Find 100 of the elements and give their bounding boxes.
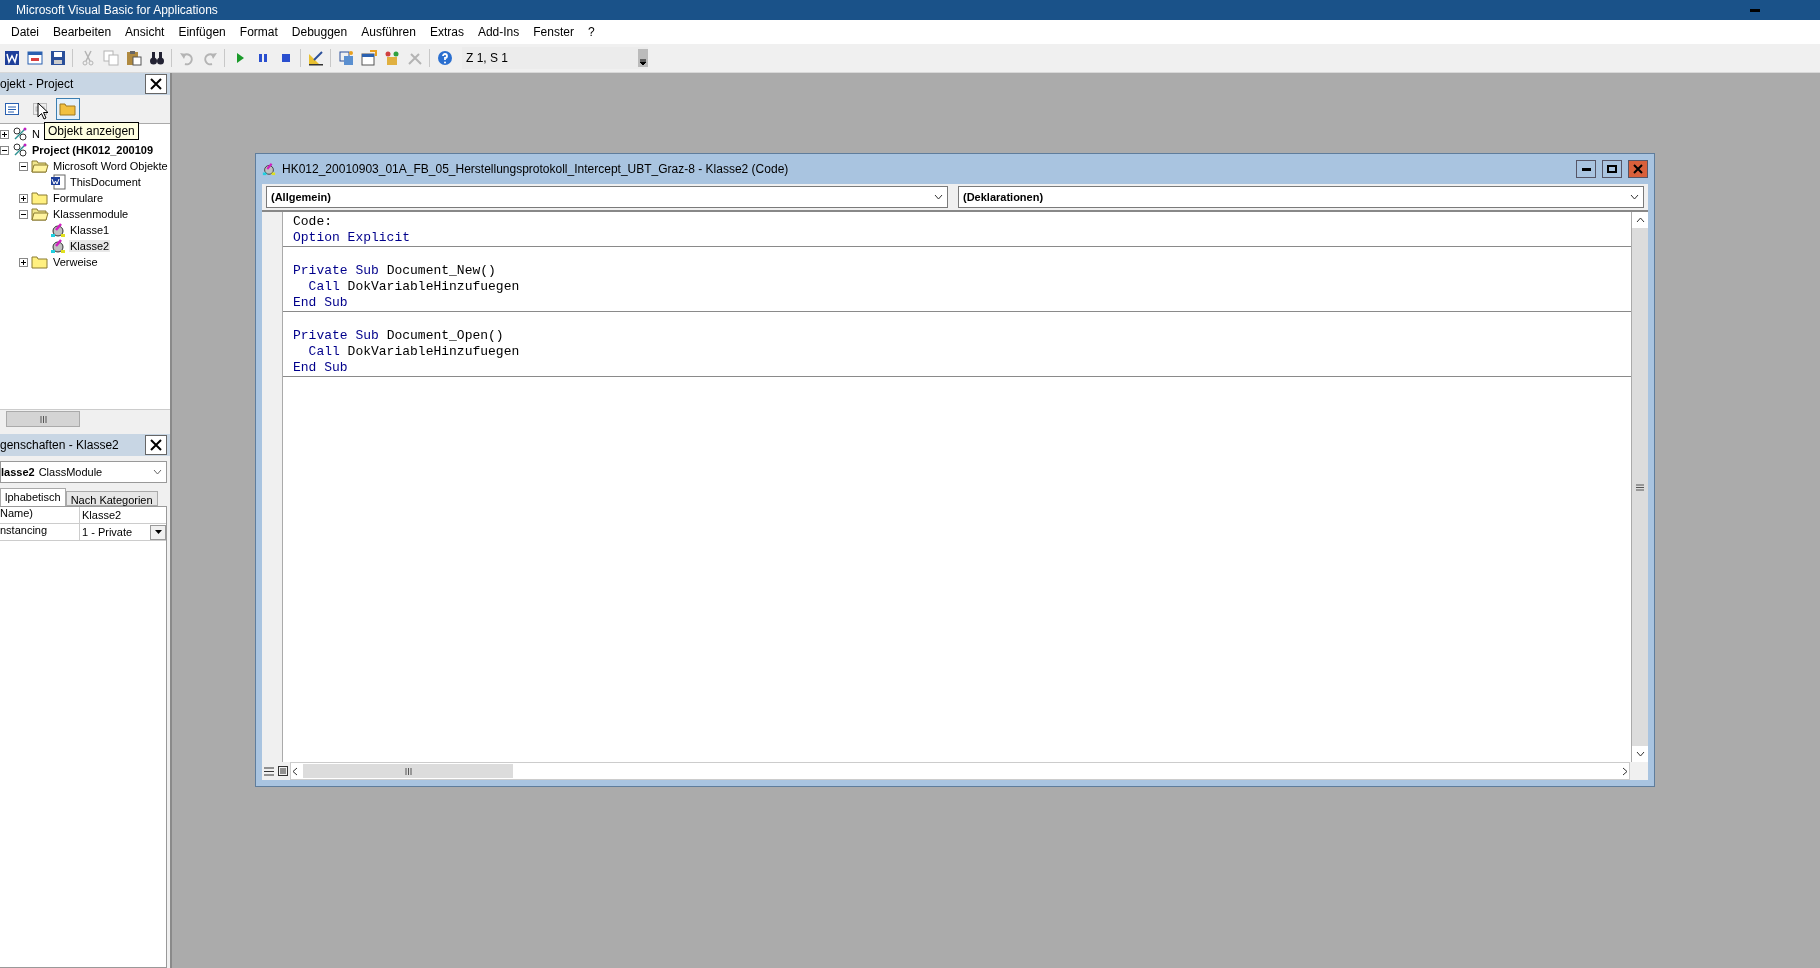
binoculars-icon xyxy=(148,50,165,66)
project-icon xyxy=(12,142,28,158)
redo-icon xyxy=(201,50,218,66)
menu-item[interactable]: Bearbeiten xyxy=(46,25,119,39)
close-icon xyxy=(150,78,162,90)
class-module-icon xyxy=(262,162,276,176)
grip-icon xyxy=(1636,483,1644,491)
mouse-pointer-icon xyxy=(37,102,49,120)
document-icon xyxy=(3,50,20,66)
class-module-icon xyxy=(50,238,66,254)
menu-item[interactable]: Add-Ins xyxy=(470,25,527,39)
property-name: Name) xyxy=(0,507,80,523)
close-icon xyxy=(1633,164,1643,174)
chevron-down-icon xyxy=(153,469,162,475)
chevron-down-icon xyxy=(934,194,943,200)
menu-item[interactable]: Ansicht xyxy=(118,25,172,39)
menu-item[interactable]: Fenster xyxy=(526,25,581,39)
menu-item[interactable]: Format xyxy=(232,25,285,39)
menu-item[interactable]: ? xyxy=(580,25,602,39)
open-folder-icon xyxy=(31,207,49,221)
code-view-icon xyxy=(5,103,19,115)
code-line: Code: xyxy=(293,214,333,230)
property-value[interactable]: Klasse2 xyxy=(80,509,122,521)
close-icon xyxy=(150,439,162,451)
form-icon xyxy=(26,50,43,66)
window-title: HK012_20010903_01A_FB_05_Herstellungsprotokoll_Intercept_UBT_Graz-8 - Klasse2 (Code) xyxy=(282,162,790,176)
triangle-ruler-icon xyxy=(307,50,324,66)
tree-item[interactable]: N xyxy=(31,128,41,140)
maximize-button[interactable] xyxy=(1602,160,1622,178)
collapse-icon[interactable] xyxy=(0,145,9,155)
tree-item[interactable]: Klasse2 xyxy=(69,240,111,252)
window-title: Microsoft Visual Basic for Applications xyxy=(15,3,218,17)
project-explorer-icon xyxy=(337,50,354,66)
scissors-icon xyxy=(79,50,96,66)
panel-title: ojekt - Project xyxy=(0,77,74,91)
procedure-dropdown[interactable]: (Deklarationen) xyxy=(958,186,1644,208)
code-line: Option Explicit xyxy=(293,230,412,246)
help-icon xyxy=(436,50,453,66)
grip-icon xyxy=(39,415,47,423)
code-line: Private Sub Document_Open() xyxy=(293,328,505,344)
document-icon xyxy=(50,174,66,190)
code-line: Call DokVariableHinzufuegen xyxy=(307,344,521,360)
tree-item[interactable]: Klassenmodule xyxy=(52,208,130,220)
horizontal-scrollbar[interactable] xyxy=(0,409,170,428)
folder-icon xyxy=(31,191,49,205)
undo-icon xyxy=(178,50,195,66)
tools-icon xyxy=(406,50,423,66)
minimize-icon xyxy=(1750,8,1760,12)
tree-item[interactable]: Klasse1 xyxy=(69,224,111,236)
folder-icon xyxy=(59,102,77,116)
code-line: Private Sub Document_New() xyxy=(293,263,497,279)
tooltip: Objekt anzeigen xyxy=(44,122,139,140)
horizontal-scrollbar[interactable] xyxy=(290,762,1630,780)
object-browser-icon xyxy=(383,50,400,66)
project-icon xyxy=(12,126,28,142)
expand-icon[interactable] xyxy=(0,129,9,139)
code-line: End Sub xyxy=(293,295,349,311)
object-dropdown[interactable]: (Allgemein) xyxy=(266,186,948,208)
view-toggle-button[interactable] xyxy=(56,98,80,120)
menu-item[interactable]: Extras xyxy=(422,25,471,39)
minimize-button[interactable] xyxy=(1576,160,1596,178)
tree-item[interactable]: ThisDocument xyxy=(69,176,142,188)
chevron-up-icon xyxy=(1635,217,1645,223)
menu-item[interactable]: Debuggen xyxy=(284,25,355,39)
vertical-scrollbar[interactable] xyxy=(1631,212,1648,762)
property-value[interactable]: 1 - Private xyxy=(80,526,133,538)
minimize-icon xyxy=(1581,167,1591,171)
properties-window-icon xyxy=(360,50,377,66)
grip-icon xyxy=(404,767,412,775)
tree-item[interactable]: Verweise xyxy=(52,256,99,268)
collapse-icon[interactable] xyxy=(19,161,28,171)
property-name: nstancing xyxy=(0,524,80,540)
class-module-icon xyxy=(50,222,66,238)
open-folder-icon xyxy=(31,159,49,173)
chevron-left-icon xyxy=(291,766,299,776)
panel-title: genschaften - Klasse2 xyxy=(0,438,119,452)
expand-icon[interactable] xyxy=(19,193,28,203)
dropdown-button[interactable] xyxy=(150,524,166,540)
collapse-icon[interactable] xyxy=(19,209,28,219)
tree-item[interactable]: Microsoft Word Objekte xyxy=(52,160,169,172)
chevron-down-icon xyxy=(1630,194,1639,200)
chevron-down-icon xyxy=(1635,751,1645,757)
maximize-icon xyxy=(1607,165,1617,173)
object-dropdown[interactable]: lasse2 ClassModule xyxy=(0,461,167,483)
tab[interactable]: lphabetisch xyxy=(0,488,66,506)
tree-item[interactable]: Project (HK012_200109 xyxy=(31,144,155,156)
tree-item[interactable]: Formulare xyxy=(52,192,105,204)
code-line: End Sub xyxy=(293,360,349,376)
cursor-position: Z 1, S 1 xyxy=(465,51,509,65)
caret-icon xyxy=(154,530,162,534)
tab[interactable]: Nach Kategorien xyxy=(65,491,158,506)
toolbar-options-icon[interactable] xyxy=(638,49,648,67)
close-button[interactable] xyxy=(145,74,167,94)
expand-icon[interactable] xyxy=(19,257,28,267)
clipboard-icon xyxy=(125,50,142,66)
close-button[interactable] xyxy=(145,435,167,455)
menu-item[interactable]: Ausführen xyxy=(354,25,423,39)
menu-item[interactable]: Datei xyxy=(4,25,46,39)
menu-item[interactable]: Einfügen xyxy=(171,25,233,39)
folder-icon xyxy=(31,255,49,269)
